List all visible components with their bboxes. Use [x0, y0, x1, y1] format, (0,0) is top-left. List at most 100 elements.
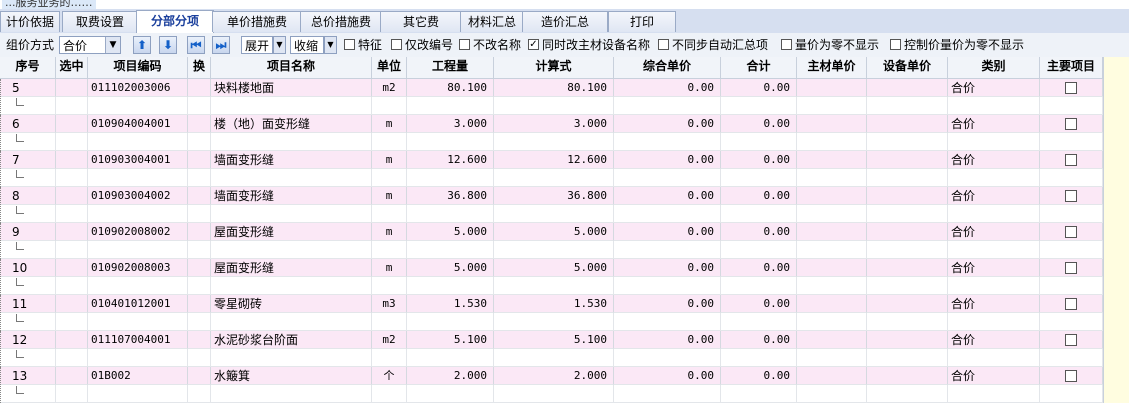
column-header-2[interactable]: 项目编码: [88, 57, 188, 79]
expand-dropdown-arrow[interactable]: ▼: [273, 36, 286, 54]
type-cell[interactable]: 合价: [948, 223, 1040, 241]
type-cell[interactable]: 合价: [948, 295, 1040, 313]
code-cell[interactable]: 010902008002: [88, 223, 188, 241]
unit-cell[interactable]: m: [372, 259, 407, 277]
select-cell[interactable]: [56, 79, 88, 97]
swap-cell[interactable]: [188, 223, 211, 241]
qty-cell[interactable]: 36.800: [407, 187, 494, 205]
swap-cell[interactable]: [188, 367, 211, 385]
unit-cell[interactable]: 个: [372, 367, 407, 385]
column-header-9[interactable]: 合计: [721, 57, 797, 79]
unit-cell[interactable]: m: [372, 187, 407, 205]
option-checkbox-4[interactable]: [658, 39, 669, 50]
unit-cell[interactable]: m: [372, 151, 407, 169]
table-row[interactable]: 6 010904004001 楼（地）面变形缝 m 3.000 3.000 0.00 0.00…: [0, 115, 1129, 151]
swap-cell[interactable]: [188, 115, 211, 133]
formula-cell[interactable]: 5.000: [494, 259, 614, 277]
table-row[interactable]: 9 010902008002 屋面变形缝 m 5.000 5.000 0.00 0.00 合价: [0, 223, 1129, 259]
group-method-select[interactable]: 合价 ▼: [59, 36, 121, 54]
code-cell[interactable]: 011102003006: [88, 79, 188, 97]
swap-cell[interactable]: [188, 187, 211, 205]
formula-cell[interactable]: 5.000: [494, 223, 614, 241]
column-header-5[interactable]: 单位: [372, 57, 407, 79]
option-checkbox-0[interactable]: [344, 39, 355, 50]
collapse-button[interactable]: 收缩: [290, 36, 324, 54]
qty-cell[interactable]: 3.000: [407, 115, 494, 133]
name-cell[interactable]: 屋面变形缝: [211, 223, 372, 241]
collapse-dropdown-arrow[interactable]: ▼: [324, 36, 337, 54]
table-row[interactable]: 5 011102003006 块料楼地面 m2 80.100 80.100 0.00 0.00…: [0, 79, 1129, 115]
unit-cell[interactable]: m3: [372, 295, 407, 313]
type-cell[interactable]: 合价: [948, 79, 1040, 97]
name-cell[interactable]: 水簸箕: [211, 367, 372, 385]
main-item-cell[interactable]: [1040, 295, 1103, 313]
qty-cell[interactable]: 2.000: [407, 367, 494, 385]
column-header-7[interactable]: 计算式: [494, 57, 614, 79]
main-item-cell[interactable]: [1040, 331, 1103, 349]
select-cell[interactable]: [56, 295, 88, 313]
main-item-checkbox[interactable]: [1065, 154, 1077, 166]
unit-cell[interactable]: m2: [372, 331, 407, 349]
select-cell[interactable]: [56, 367, 88, 385]
tab-5[interactable]: 其它费: [380, 11, 462, 32]
formula-cell[interactable]: 3.000: [494, 115, 614, 133]
main-item-cell[interactable]: [1040, 151, 1103, 169]
main-item-cell[interactable]: [1040, 115, 1103, 133]
unit-cell[interactable]: m: [372, 223, 407, 241]
move-up-button[interactable]: ⬆: [133, 36, 151, 54]
option-checkbox-6[interactable]: [890, 39, 901, 50]
column-header-6[interactable]: 工程量: [407, 57, 494, 79]
tab-8[interactable]: 打印: [608, 11, 676, 32]
select-cell[interactable]: [56, 115, 88, 133]
main-item-checkbox[interactable]: [1065, 82, 1077, 94]
type-cell[interactable]: 合价: [948, 331, 1040, 349]
table-row[interactable]: 12 011107004001 水泥砂浆台阶面 m2 5.100 5.100 0.00 0.0…: [0, 331, 1129, 367]
qty-cell[interactable]: 5.000: [407, 259, 494, 277]
tab-2[interactable]: 分部分项: [136, 10, 214, 33]
code-cell[interactable]: 010401012001: [88, 295, 188, 313]
unit-cell[interactable]: m: [372, 115, 407, 133]
qty-cell[interactable]: 80.100: [407, 79, 494, 97]
formula-cell[interactable]: 5.100: [494, 331, 614, 349]
code-cell[interactable]: 010903004002: [88, 187, 188, 205]
option-checkbox-1[interactable]: [391, 39, 402, 50]
type-cell[interactable]: 合价: [948, 115, 1040, 133]
name-cell[interactable]: 墙面变形缝: [211, 187, 372, 205]
name-cell[interactable]: 屋面变形缝: [211, 259, 372, 277]
unit-cell[interactable]: m2: [372, 79, 407, 97]
name-cell[interactable]: 零星砌砖: [211, 295, 372, 313]
table-row[interactable]: 10 010902008003 屋面变形缝 m 5.000 5.000 0.00 0.00 合价: [0, 259, 1129, 295]
main-item-cell[interactable]: [1040, 259, 1103, 277]
select-cell[interactable]: [56, 187, 88, 205]
formula-cell[interactable]: 80.100: [494, 79, 614, 97]
main-item-cell[interactable]: [1040, 187, 1103, 205]
option-checkbox-2[interactable]: [459, 39, 470, 50]
main-item-cell[interactable]: [1040, 367, 1103, 385]
main-item-checkbox[interactable]: [1065, 370, 1077, 382]
column-header-8[interactable]: 综合单价: [614, 57, 721, 79]
main-item-cell[interactable]: [1040, 79, 1103, 97]
type-cell[interactable]: 合价: [948, 367, 1040, 385]
column-header-3[interactable]: 换: [188, 57, 211, 79]
table-row[interactable]: 11 010401012001 零星砌砖 m3 1.530 1.530 0.00 0.00 合价: [0, 295, 1129, 331]
column-header-12[interactable]: 类别: [948, 57, 1040, 79]
code-cell[interactable]: 01B002: [88, 367, 188, 385]
swap-cell[interactable]: [188, 259, 211, 277]
name-cell[interactable]: 楼（地）面变形缝: [211, 115, 372, 133]
formula-cell[interactable]: 1.530: [494, 295, 614, 313]
column-header-10[interactable]: 主材单价: [797, 57, 867, 79]
main-item-checkbox[interactable]: [1065, 298, 1077, 310]
option-checkbox-5[interactable]: [781, 39, 792, 50]
main-item-checkbox[interactable]: [1065, 118, 1077, 130]
table-row[interactable]: 8 010903004002 墙面变形缝 m 36.800 36.800 0.00 0.00 合…: [0, 187, 1129, 223]
main-item-cell[interactable]: [1040, 223, 1103, 241]
code-cell[interactable]: 010903004001: [88, 151, 188, 169]
column-header-13[interactable]: 主要项目: [1040, 57, 1103, 79]
main-item-checkbox[interactable]: [1065, 334, 1077, 346]
main-item-checkbox[interactable]: [1065, 226, 1077, 238]
first-button[interactable]: ⏮: [187, 36, 205, 54]
name-cell[interactable]: 墙面变形缝: [211, 151, 372, 169]
main-item-checkbox[interactable]: [1065, 262, 1077, 274]
column-header-1[interactable]: 选中: [56, 57, 88, 79]
qty-cell[interactable]: 5.100: [407, 331, 494, 349]
